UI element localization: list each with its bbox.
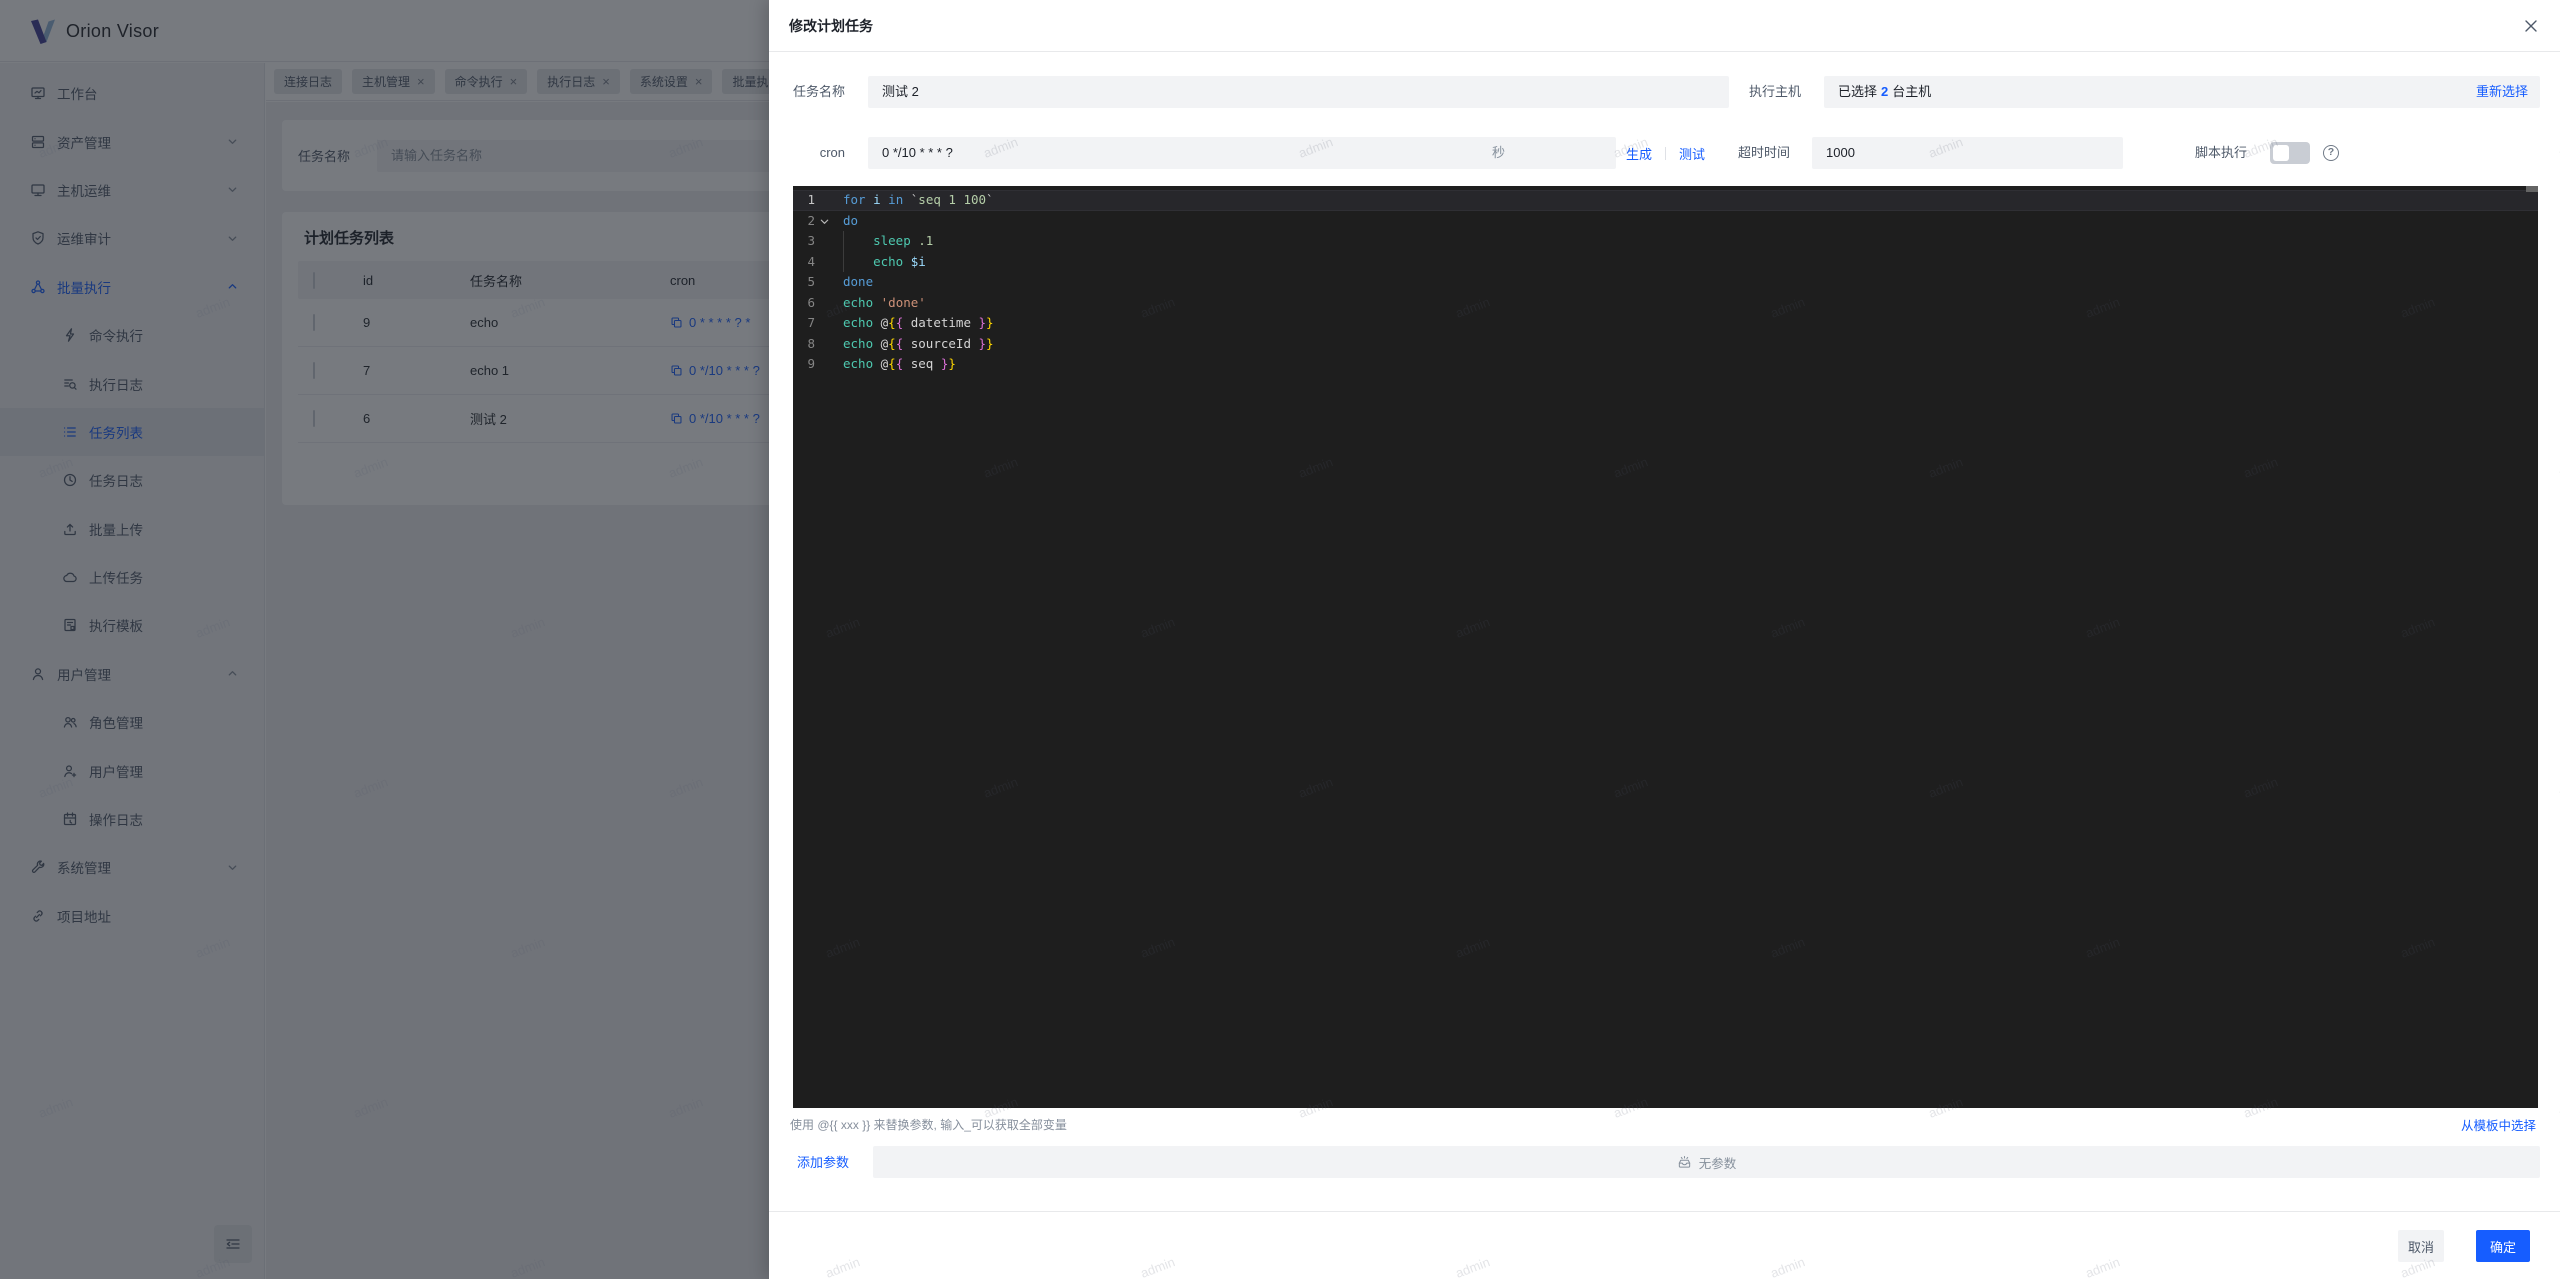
edit-task-drawer: 修改计划任务 任务名称 执行主机 已选择 2 台主机 重新选择 cron 生成 测试…: [769, 0, 2560, 1279]
divider: [1665, 147, 1666, 160]
add-param-link[interactable]: 添加参数: [797, 1152, 849, 1171]
editor-gutter: 5: [793, 272, 843, 293]
editor-line: 7 echo @{{ datetime }}: [793, 313, 2538, 334]
drawer-footer: 取消 确定: [769, 1211, 2560, 1279]
line-number: 1: [807, 190, 815, 211]
app-root: Orion Visor 工作台资产管理主机运维运维审计批量执行命令执行执行日志任…: [0, 0, 2560, 1279]
editor-line: 6 echo 'done': [793, 293, 2538, 314]
code-text: echo @{{ sourceId }}: [843, 334, 994, 355]
script-exec-toggle[interactable]: [2270, 142, 2310, 164]
line-number: 5: [807, 272, 815, 293]
select-from-template-link[interactable]: 从模板中选择: [2461, 1115, 2536, 1134]
task-name-input[interactable]: [868, 76, 1729, 108]
fold-chevron-icon[interactable]: [819, 216, 830, 227]
line-number: 4: [807, 252, 815, 273]
help-icon[interactable]: ?: [2323, 145, 2339, 161]
cron-actions: 生成 测试: [1626, 137, 1705, 169]
editor-gutter: 2: [793, 211, 843, 232]
task-name-label: 任务名称: [789, 76, 845, 108]
exec-host-field[interactable]: 已选择 2 台主机 重新选择: [1824, 76, 2540, 108]
editor-scrollbar[interactable]: [2526, 186, 2538, 192]
timeout-unit: 秒: [1492, 137, 1505, 169]
cancel-button[interactable]: 取消: [2398, 1230, 2444, 1262]
code-text: echo @{{ datetime }}: [843, 313, 994, 334]
exec-host-label: 执行主机: [1731, 76, 1801, 108]
code-text: for i in `seq 1 100`: [843, 190, 994, 211]
editor-gutter: 4: [793, 252, 843, 273]
code-text: do: [843, 211, 858, 232]
code-text: echo 'done': [843, 293, 926, 314]
line-number: 2: [807, 211, 815, 232]
param-hint-text: 使用 @{{ xxx }} 来替换参数, 输入_可以获取全部变量: [790, 1116, 1067, 1133]
code-text: done: [843, 272, 873, 293]
editor-gutter: 6: [793, 293, 843, 314]
script-exec-label: 脚本执行: [2185, 137, 2247, 169]
editor-gutter: 8: [793, 334, 843, 355]
host-selected-count: 2: [1881, 84, 1888, 99]
editor-line: 5 done: [793, 272, 2538, 293]
host-selected-prefix: 已选择: [1838, 84, 1877, 99]
cron-generate-link[interactable]: 生成: [1626, 144, 1652, 163]
editor-gutter: 3: [793, 231, 843, 252]
line-number: 8: [807, 334, 815, 355]
drawer-title: 修改计划任务: [789, 0, 873, 52]
close-icon[interactable]: [2522, 17, 2540, 35]
code-editor[interactable]: 1for i in `seq 1 100`2do3 sleep .14 echo…: [793, 186, 2538, 1108]
code-text: echo $i: [843, 252, 926, 273]
editor-gutter: 9: [793, 354, 843, 375]
editor-line: 9 echo @{{ seq }}: [793, 354, 2538, 375]
line-number: 7: [807, 313, 815, 334]
editor-line: 2 do: [793, 211, 2538, 232]
timeout-label: 超时时间: [1719, 137, 1790, 169]
cron-test-link[interactable]: 测试: [1679, 144, 1705, 163]
param-empty-text: 无参数: [1699, 1153, 1737, 1172]
editor-line: 3 sleep .1: [793, 231, 2538, 252]
code-text: echo @{{ seq }}: [843, 354, 956, 375]
param-empty-field: 无参数: [873, 1146, 2540, 1178]
cron-label: cron: [789, 137, 845, 169]
editor-gutter: 1: [793, 190, 843, 211]
reselect-hosts-link[interactable]: 重新选择: [2476, 76, 2528, 108]
host-selected-suffix: 台主机: [1892, 84, 1931, 99]
toggle-knob: [2273, 145, 2289, 161]
line-number: 3: [807, 231, 815, 252]
editor-gutter: 7: [793, 313, 843, 334]
timeout-input[interactable]: [1812, 137, 2123, 169]
confirm-button[interactable]: 确定: [2476, 1230, 2530, 1262]
editor-line: 4 echo $i: [793, 252, 2538, 273]
editor-line: 8 echo @{{ sourceId }}: [793, 334, 2538, 355]
empty-box-icon: [1677, 1155, 1692, 1170]
line-number: 6: [807, 293, 815, 314]
line-number: 9: [807, 354, 815, 375]
drawer-header: 修改计划任务: [769, 0, 2560, 52]
code-text: sleep .1: [843, 231, 933, 252]
indent-guide: [843, 231, 844, 272]
editor-line: 1 for i in `seq 1 100`: [793, 190, 2538, 211]
